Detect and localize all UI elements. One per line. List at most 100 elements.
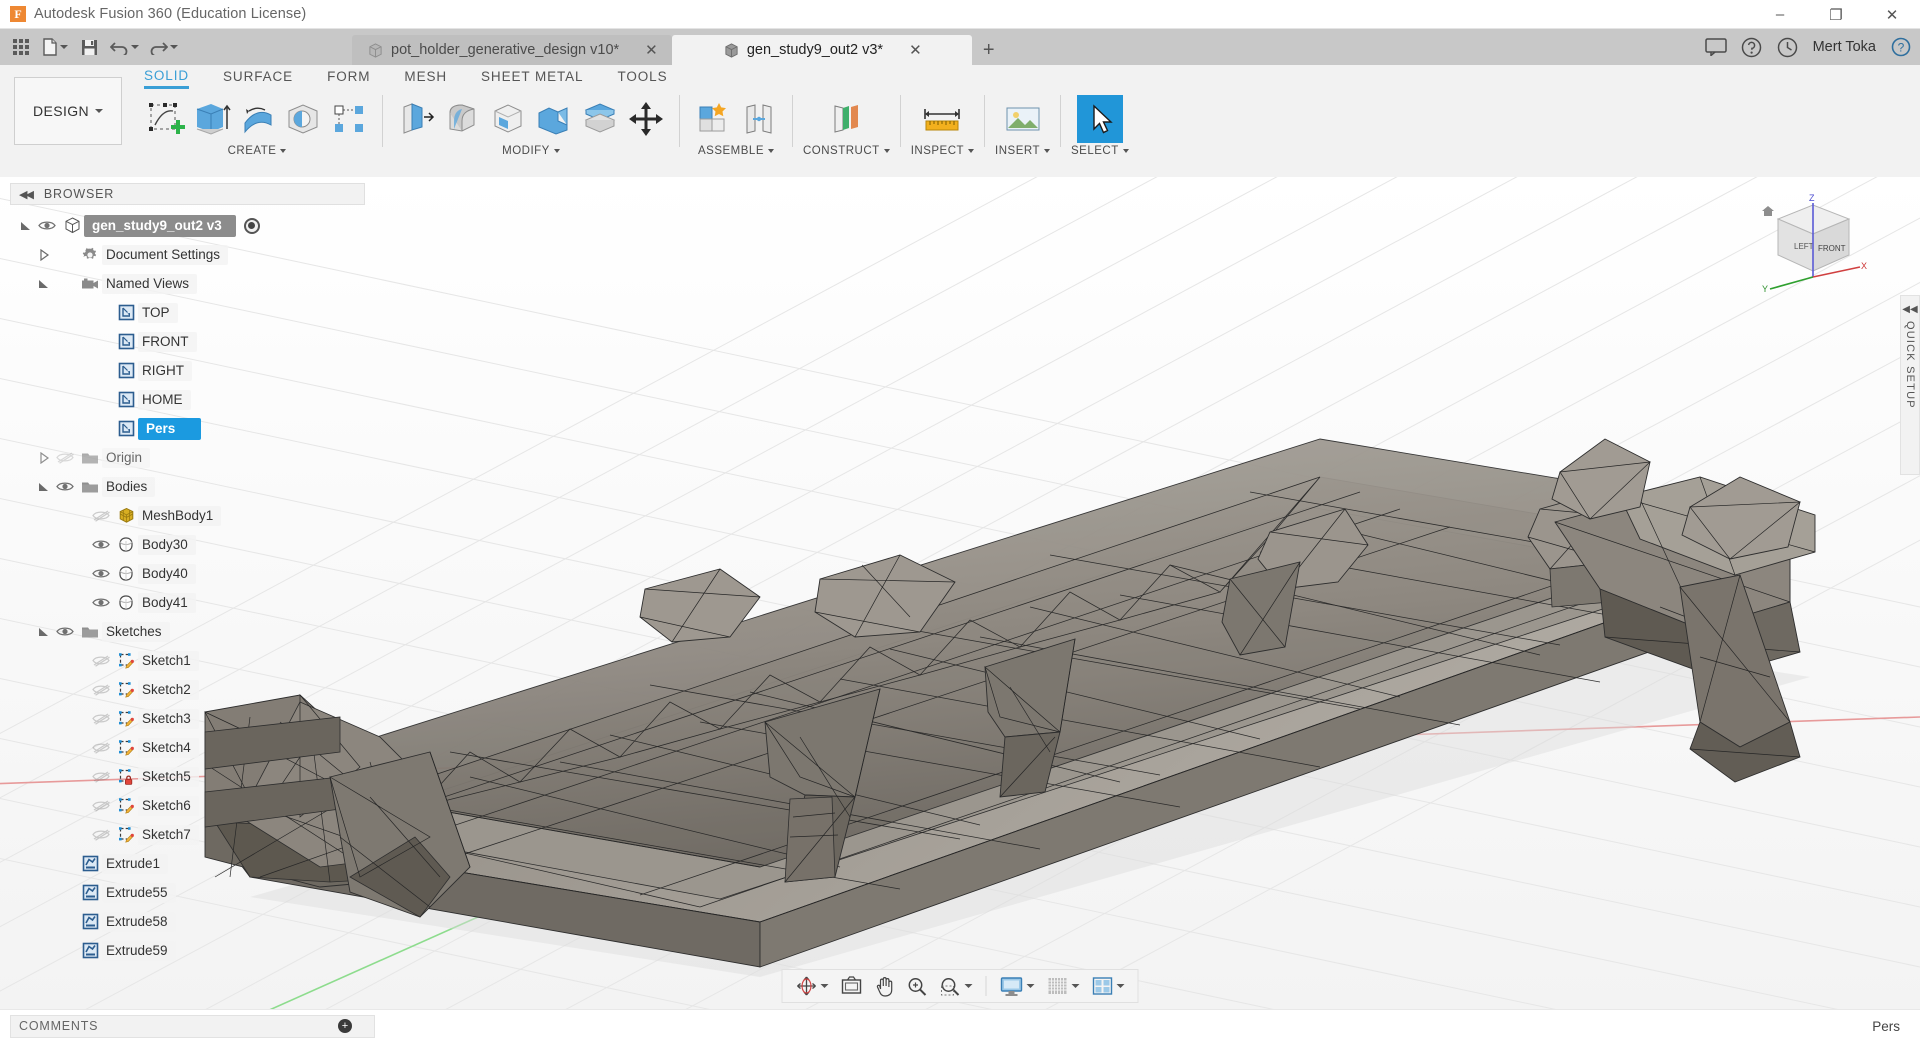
tree-item-sketch4[interactable]: Sketch4 (10, 733, 375, 762)
tree-item-meshbody1[interactable]: MeshBody1 (10, 501, 375, 530)
visibility-toggle-icon[interactable] (88, 683, 114, 696)
tree-item-sketch7[interactable]: Sketch7 (10, 820, 375, 849)
tree-item-sketch5[interactable]: Sketch5 (10, 762, 375, 791)
pan-hand-icon[interactable] (870, 971, 900, 1001)
new-document-icon[interactable] (38, 32, 72, 62)
fillet-icon[interactable] (439, 95, 485, 143)
maximize-button[interactable]: ❐ (1808, 0, 1864, 29)
ribbon-tab-form[interactable]: FORM (327, 69, 370, 87)
tree-item-document-settings[interactable]: Document Settings (10, 240, 375, 269)
measure-icon[interactable] (919, 95, 965, 143)
collapse-panel-icon[interactable]: ◀◀ (19, 188, 34, 201)
tree-item-body30[interactable]: Body30 (10, 530, 375, 559)
press-pull-icon[interactable] (393, 95, 439, 143)
chevron-down-icon[interactable] (968, 149, 975, 153)
chevron-down-icon[interactable] (280, 149, 287, 153)
ribbon-tab-tools[interactable]: TOOLS (617, 69, 667, 87)
grid-snaps-icon[interactable] (1042, 971, 1085, 1001)
minimize-button[interactable]: – (1752, 0, 1808, 29)
expand-toggle-icon[interactable] (36, 278, 52, 290)
visibility-toggle-icon[interactable] (88, 828, 114, 841)
close-icon[interactable]: ✕ (909, 41, 922, 59)
combine-icon[interactable] (531, 95, 577, 143)
tree-item-sketch2[interactable]: Sketch2 (10, 675, 375, 704)
visibility-toggle-icon[interactable] (88, 654, 114, 667)
ribbon-tab-mesh[interactable]: MESH (404, 69, 447, 87)
viewports-icon[interactable] (1087, 971, 1130, 1001)
chevron-down-icon[interactable] (964, 984, 973, 988)
visibility-toggle-icon[interactable] (34, 219, 60, 232)
expand-toggle-icon[interactable] (18, 220, 34, 232)
new-tab-button[interactable]: + (972, 35, 1006, 65)
expand-toggle-icon[interactable] (36, 451, 52, 464)
tree-item-extrude59[interactable]: Extrude59 (10, 936, 375, 965)
view-cube[interactable]: LEFT FRONT Z Y X (1754, 189, 1872, 297)
tree-item-extrude58[interactable]: Extrude58 (10, 907, 375, 936)
offset-plane-icon[interactable] (823, 95, 869, 143)
chevron-down-icon[interactable] (820, 984, 829, 988)
ribbon-tab-solid[interactable]: SOLID (144, 68, 190, 89)
visibility-toggle-icon[interactable] (88, 567, 114, 580)
ribbon-tab-sheet-metal[interactable]: SHEET METAL (481, 69, 583, 87)
quick-setup-rail[interactable]: ◀◀ QUICK SETUP (1900, 295, 1920, 475)
collapse-rail-icon[interactable]: ◀◀ (1902, 304, 1917, 315)
chevron-down-icon[interactable] (95, 109, 104, 113)
tree-item-extrude1[interactable]: Extrude1 (10, 849, 375, 878)
offset-face-icon[interactable] (577, 95, 623, 143)
chevron-down-icon[interactable] (553, 149, 560, 153)
create-sketch-icon[interactable] (142, 95, 188, 143)
tree-item-body41[interactable]: Body41 (10, 588, 375, 617)
activate-component-radio[interactable] (243, 217, 260, 234)
ribbon-group-label-modify[interactable]: MODIFY (502, 145, 560, 157)
expand-toggle-icon[interactable] (36, 481, 52, 493)
tree-item-top[interactable]: TOP (10, 298, 375, 327)
insert-mcmaster-icon[interactable] (1000, 95, 1046, 143)
tree-item-body40[interactable]: Body40 (10, 559, 375, 588)
ribbon-group-label-assemble[interactable]: ASSEMBLE (698, 145, 774, 157)
history-clock-icon[interactable] (1777, 36, 1799, 58)
user-name[interactable]: Mert Toka (1813, 39, 1876, 55)
tree-item-named-views[interactable]: Named Views (10, 269, 375, 298)
chevron-down-icon[interactable] (1044, 149, 1051, 153)
add-comment-icon[interactable]: + (338, 1019, 352, 1033)
visibility-toggle-icon[interactable] (88, 799, 114, 812)
close-button[interactable]: ✕ (1864, 0, 1920, 29)
tree-item-sketch6[interactable]: Sketch6 (10, 791, 375, 820)
visibility-toggle-icon[interactable] (88, 741, 114, 754)
move-copy-icon[interactable] (623, 95, 669, 143)
look-at-icon[interactable] (836, 971, 868, 1001)
ribbon-group-label-select[interactable]: SELECT (1071, 145, 1129, 157)
chevron-down-icon[interactable] (883, 149, 890, 153)
chevron-down-icon[interactable] (1116, 984, 1125, 988)
joint-icon[interactable] (736, 95, 782, 143)
tree-item-origin[interactable]: Origin (10, 443, 375, 472)
revolve-icon[interactable] (234, 95, 280, 143)
zoom-icon[interactable] (902, 971, 933, 1001)
undo-icon[interactable] (106, 32, 143, 62)
display-settings-icon[interactable] (995, 971, 1040, 1001)
browser-header[interactable]: ◀◀ BROWSER (10, 183, 365, 205)
visibility-toggle-icon[interactable] (88, 538, 114, 551)
chevron-down-icon[interactable] (1071, 984, 1080, 988)
ribbon-group-label-create[interactable]: CREATE (228, 145, 287, 157)
visibility-toggle-icon[interactable] (52, 480, 78, 493)
tree-item-sketch1[interactable]: Sketch1 (10, 646, 375, 675)
orbit-icon[interactable] (791, 971, 834, 1001)
app-grid-icon[interactable] (6, 32, 36, 62)
close-icon[interactable]: ✕ (645, 41, 658, 59)
chevron-down-icon[interactable] (1122, 149, 1129, 153)
help-circle-icon[interactable] (1741, 36, 1763, 58)
tree-item-extrude55[interactable]: Extrude55 (10, 878, 375, 907)
visibility-toggle-icon[interactable] (52, 625, 78, 638)
expand-toggle-icon[interactable] (36, 626, 52, 638)
tree-item-sketches[interactable]: Sketches (10, 617, 375, 646)
tree-item-bodies[interactable]: Bodies (10, 472, 375, 501)
zoom-window-icon[interactable] (935, 971, 978, 1001)
workspace-switcher[interactable]: DESIGN (14, 77, 122, 145)
document-tab-inactive[interactable]: pot_holder_generative_design v10* ✕ (352, 35, 672, 65)
hole-icon[interactable] (280, 95, 326, 143)
save-icon[interactable] (74, 32, 104, 62)
tree-item-front[interactable]: FRONT (10, 327, 375, 356)
redo-icon[interactable] (145, 32, 182, 62)
chevron-down-icon[interactable] (768, 149, 774, 153)
